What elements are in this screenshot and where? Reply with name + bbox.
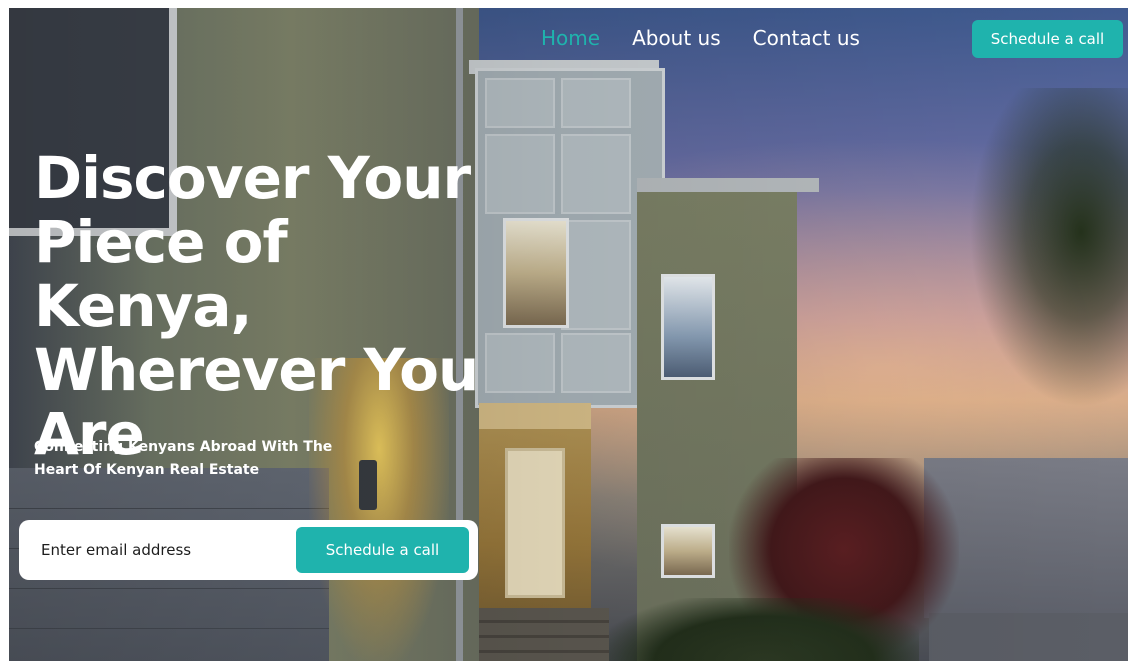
nav-link-home[interactable]: Home bbox=[541, 26, 600, 50]
hero-subheadline: Connecting Kenyans Abroad With The Heart… bbox=[34, 439, 333, 478]
email-input[interactable] bbox=[39, 540, 296, 560]
schedule-call-button[interactable]: Schedule a call bbox=[296, 527, 469, 573]
nav-schedule-call-button[interactable]: Schedule a call bbox=[972, 20, 1123, 58]
nav-link-contact[interactable]: Contact us bbox=[753, 26, 860, 50]
hero-headline: Discover Your Piece of Kenya, Wherever Y… bbox=[34, 144, 479, 468]
main-nav: Home About us Contact us bbox=[541, 26, 860, 50]
email-signup-form: Schedule a call bbox=[19, 520, 478, 580]
nav-link-about[interactable]: About us bbox=[632, 26, 721, 50]
